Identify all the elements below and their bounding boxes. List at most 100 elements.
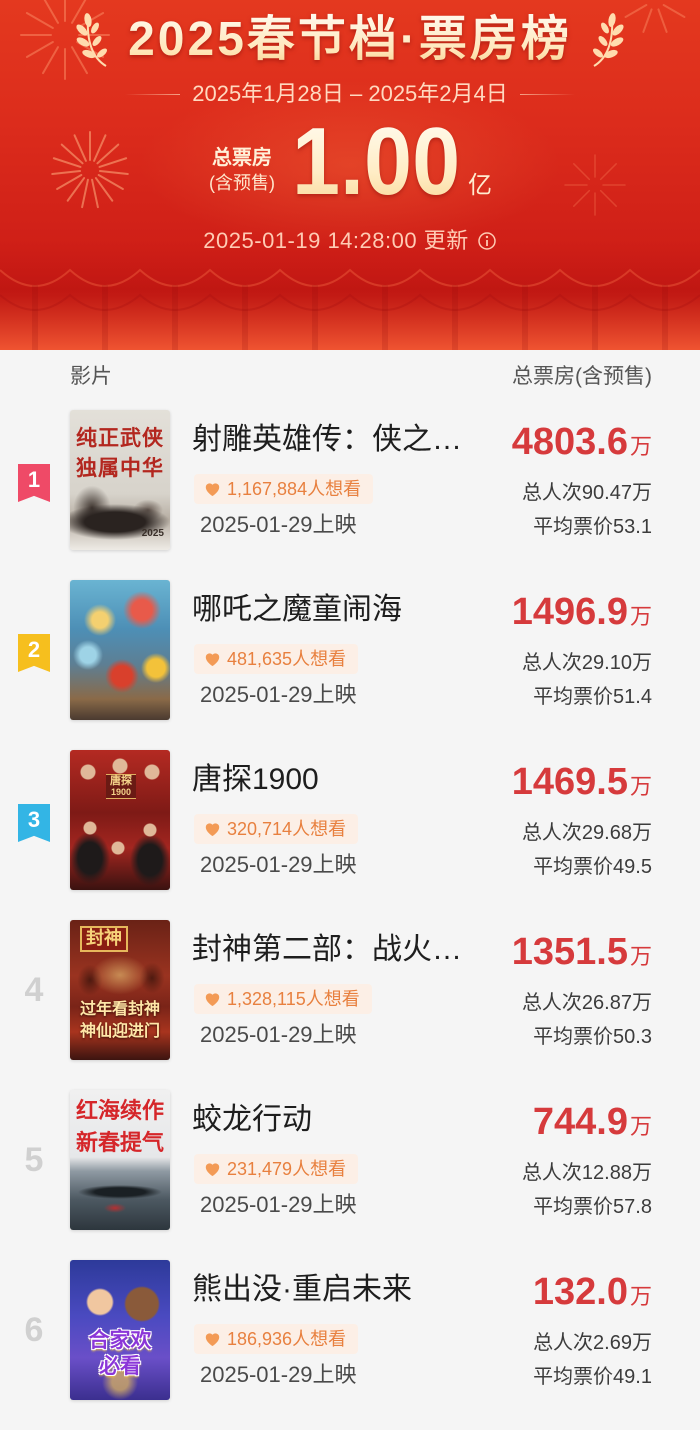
box-office-value: 1496.9 [511, 591, 628, 633]
rank-badge: 5 [18, 1142, 50, 1178]
heart-icon [205, 822, 220, 836]
divider [125, 93, 181, 95]
rank-badge: 1 [18, 464, 50, 502]
movie-title: 射雕英雄传：侠之… [192, 423, 462, 456]
movie-row[interactable]: 1 纯正武侠独属中华 2025 射雕英雄传：侠之… 1,167,884人想看 20… [0, 410, 700, 580]
movie-row[interactable]: 4 封神 过年看封神 神仙迎进门 封神第二部：战火… 1,328,115人想看 20… [0, 920, 700, 1090]
firework-icon [564, 154, 626, 216]
want-to-see-pill: 231,479人想看 [194, 1154, 359, 1184]
poster-captions [70, 580, 170, 720]
poster-captions: 唐探 1900 [70, 750, 170, 890]
want-to-see-pill: 1,167,884人想看 [194, 474, 374, 504]
curtain-decoration [0, 240, 700, 350]
box-office-value: 1469.5 [511, 761, 628, 803]
box-office-unit: 万 [629, 434, 652, 459]
average-ticket-price: 平均票价50.3 [533, 1026, 652, 1048]
admissions: 总人次29.10万 [521, 652, 652, 674]
poster-caption: 纯正武侠 [76, 427, 164, 450]
total-box-office-sublabel: (含预售) [209, 173, 275, 193]
box-office-value: 1351.5 [511, 931, 628, 973]
release-date: 2025-01-29上映 [200, 1022, 357, 1047]
movie-poster[interactable]: 唐探 1900 [70, 750, 170, 890]
box-office: 744.9万 [533, 1100, 652, 1152]
box-office-value: 4803.6 [511, 421, 628, 463]
date-range-row: 2025年1月28日 – 2025年2月4日 [0, 80, 700, 108]
rank-number: 6 [24, 1311, 44, 1349]
total-box-office-unit: 亿 [468, 172, 492, 199]
want-to-see-count: 481,635人想看 [227, 649, 347, 669]
movie-row[interactable]: 3 唐探 1900 唐探1900 320,714人想看 2025-01-29上映 … [0, 750, 700, 920]
movie-poster[interactable]: 合家欢 必看 [70, 1260, 170, 1400]
update-time-row: 2025-01-19 14:28:00 更新 [0, 226, 700, 256]
box-office: 1351.5万 [512, 930, 652, 982]
movie-poster[interactable]: 纯正武侠独属中华 2025 [70, 410, 170, 550]
rank-number: 5 [24, 1141, 44, 1179]
box-office: 4803.6万 [512, 420, 652, 472]
poster-caption: 红海续作 [75, 1098, 164, 1123]
admissions: 总人次26.87万 [521, 992, 652, 1014]
poster-captions: 封神过年看封神神仙迎进门 [70, 920, 170, 1060]
release-date: 2025-01-29上映 [200, 512, 357, 537]
movie-title: 蛟龙行动 [192, 1103, 312, 1136]
box-office-unit: 万 [629, 1114, 652, 1139]
heart-icon [205, 992, 220, 1006]
movie-poster[interactable] [70, 580, 170, 720]
average-ticket-price: 平均票价51.4 [533, 686, 652, 708]
poster-caption: 新春提气 [75, 1130, 164, 1155]
want-to-see-pill: 481,635人想看 [194, 644, 359, 674]
poster-caption: 封神 [80, 926, 128, 952]
column-header-film: 影片 [70, 365, 112, 388]
poster-caption: 合家欢 [88, 1329, 152, 1352]
heart-icon [205, 1332, 220, 1346]
poster-caption: 必看 [99, 1355, 141, 1378]
average-ticket-price: 平均票价49.1 [533, 1366, 652, 1388]
want-to-see-pill: 320,714人想看 [194, 814, 359, 844]
poster-caption: 神仙迎进门 [79, 1023, 160, 1040]
release-date: 2025-01-29上映 [200, 852, 357, 877]
want-to-see-pill: 186,936人想看 [194, 1324, 359, 1354]
box-office-value: 132.0 [532, 1271, 628, 1313]
want-to-see-count: 186,936人想看 [227, 1329, 347, 1349]
average-ticket-price: 平均票价57.8 [533, 1196, 652, 1218]
heart-icon [205, 482, 220, 496]
total-box-office-value: 1.00 [292, 108, 461, 215]
info-icon[interactable] [477, 231, 497, 251]
rank-badge: 3 [18, 804, 50, 842]
rank-badge: 2 [18, 634, 50, 672]
hero-banner: 2025春节档·票房榜 2025年1月28日 – 2025年2月4日 总票房 (… [0, 0, 700, 350]
movie-row[interactable]: 2 哪吒之魔童闹海 481,635人想看 2025-01-29上映 1496.9… [0, 580, 700, 750]
rank-badge: 6 [18, 1312, 50, 1348]
release-date: 2025-01-29上映 [200, 682, 357, 707]
heart-icon [205, 652, 220, 666]
movie-title: 熊出没·重启未来 [192, 1273, 412, 1306]
box-office-value: 744.9 [532, 1101, 628, 1143]
page-title: 2025春节档·票房榜 [0, 12, 700, 68]
box-office-unit: 万 [629, 1284, 652, 1309]
box-office: 1469.5万 [512, 760, 652, 812]
column-header-box-office: 总票房(含预售) [512, 365, 652, 388]
want-to-see-count: 1,167,884人想看 [227, 479, 362, 499]
rank-badge: 4 [18, 972, 50, 1008]
poster-caption: 2025 [141, 528, 164, 539]
movie-poster[interactable]: 红海续作 新春提气 [70, 1090, 170, 1230]
release-date: 2025-01-29上映 [200, 1362, 357, 1387]
admissions: 总人次90.47万 [521, 482, 652, 504]
movie-row[interactable]: 5 红海续作 新春提气 蛟龙行动 231,479人想看 2025-01-29上映 … [0, 1090, 700, 1260]
want-to-see-count: 231,479人想看 [227, 1159, 347, 1179]
movie-poster[interactable]: 封神过年看封神神仙迎进门 [70, 920, 170, 1060]
rank-number: 4 [24, 971, 44, 1009]
box-office-unit: 万 [629, 944, 652, 969]
average-ticket-price: 平均票价53.1 [533, 516, 652, 538]
rank-number: 2 [27, 637, 41, 662]
want-to-see-count: 1,328,115人想看 [227, 989, 360, 1009]
divider [519, 93, 575, 95]
movie-row[interactable]: 6 合家欢必看 熊出没·重启未来 186,936人想看 2025-01-29上映… [0, 1260, 700, 1430]
total-box-office-label: 总票房 [212, 147, 272, 169]
box-office-unit: 万 [629, 774, 652, 799]
poster-captions: 纯正武侠独属中华 2025 [70, 410, 170, 550]
poster-caption: 独属中华 [76, 457, 164, 480]
admissions: 总人次29.68万 [521, 822, 652, 844]
release-date: 2025-01-29上映 [200, 1192, 357, 1217]
average-ticket-price: 平均票价49.5 [533, 856, 652, 878]
poster-caption: 过年看封神 [79, 1001, 160, 1018]
